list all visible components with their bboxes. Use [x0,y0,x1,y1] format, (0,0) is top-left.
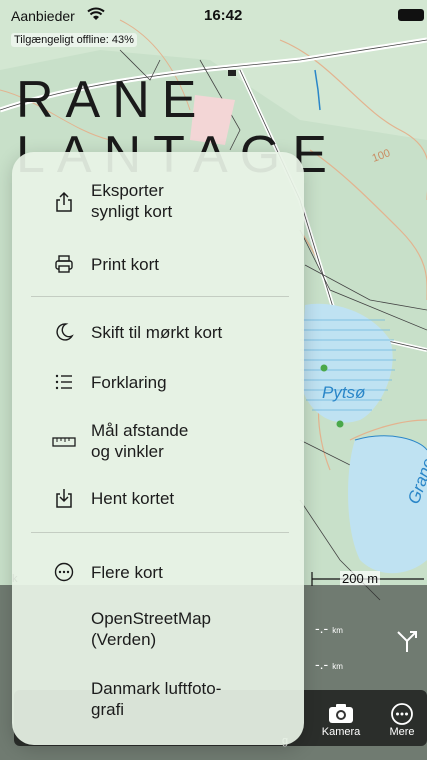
scale-label: 200 m [340,571,381,586]
place-name-line-1: RANE [16,71,209,129]
printer-icon [52,252,76,276]
moon-icon [52,320,76,344]
distance-metric-1: -.- km [315,620,343,636]
battery-icon [398,9,424,21]
menu-label-measure: Mål afstande og vinkler [91,421,189,461]
more-label: Mere [389,726,415,738]
camera-icon [318,702,364,726]
camera-button[interactable]: Kamera [318,702,364,738]
clock-label: 16:42 [204,7,243,24]
menu-divider [31,532,289,533]
status-bar: Aanbieder 16:42 [0,0,427,30]
menu-label-openstreetmap: OpenStreetMap (Verden) [91,609,212,649]
carrier-label: Aanbieder [11,8,75,24]
metric-value-2: -.- [315,656,329,672]
menu-label-dark-mode: Skift til mørkt kort [91,323,223,342]
menu-item-export[interactable]: Eksporter synligt kort [12,174,304,230]
offline-status-label: Tilgængeligt offline: 43% [11,33,137,47]
menu-item-danmark-luftfoto[interactable]: Danmark luftfoto- grafi [12,668,304,732]
menu-item-legend[interactable]: Forklaring [12,362,304,402]
more-menu: Eksporter synligt kort Print kort Skift … [12,152,304,745]
ellipsis-circle-icon [52,560,76,584]
menu-item-measure[interactable]: Mål afstande og vinkler [12,414,304,470]
ellipsis-circle-icon [383,702,421,726]
menu-divider [31,296,289,297]
menu-label-export: Eksporter synligt kort [91,181,173,221]
metric-value-1: -.- [315,620,329,636]
menu-item-print[interactable]: Print kort [12,244,304,284]
menu-item-dark-mode[interactable]: Skift til mørkt kort [12,312,304,352]
wifi-icon [87,7,105,26]
menu-label-legend: Forklaring [91,373,167,392]
menu-label-download: Hent kortet [91,489,175,508]
list-icon [52,370,76,394]
menu-item-more-maps[interactable]: Flere kort [12,552,304,592]
menu-label-print: Print kort [91,255,160,274]
menu-item-download[interactable]: Hent kortet [12,478,304,518]
ruler-icon [52,430,76,454]
direction-y-icon[interactable] [394,628,420,659]
metric-unit-1: km [332,626,343,635]
camera-label: Kamera [321,726,361,738]
menu-label-more-maps: Flere kort [91,563,163,582]
menu-item-openstreetmap[interactable]: OpenStreetMap (Verden) [12,598,304,662]
download-icon [52,486,76,510]
metric-unit-2: km [332,662,343,671]
distance-metric-2: -.- km [315,656,343,672]
menu-label-danmark-luftfoto: Danmark luftfoto- grafi [91,679,222,719]
share-icon [52,190,76,214]
more-button[interactable]: Mere [383,702,421,738]
lake-label-pytso: Pytsø [322,383,366,402]
